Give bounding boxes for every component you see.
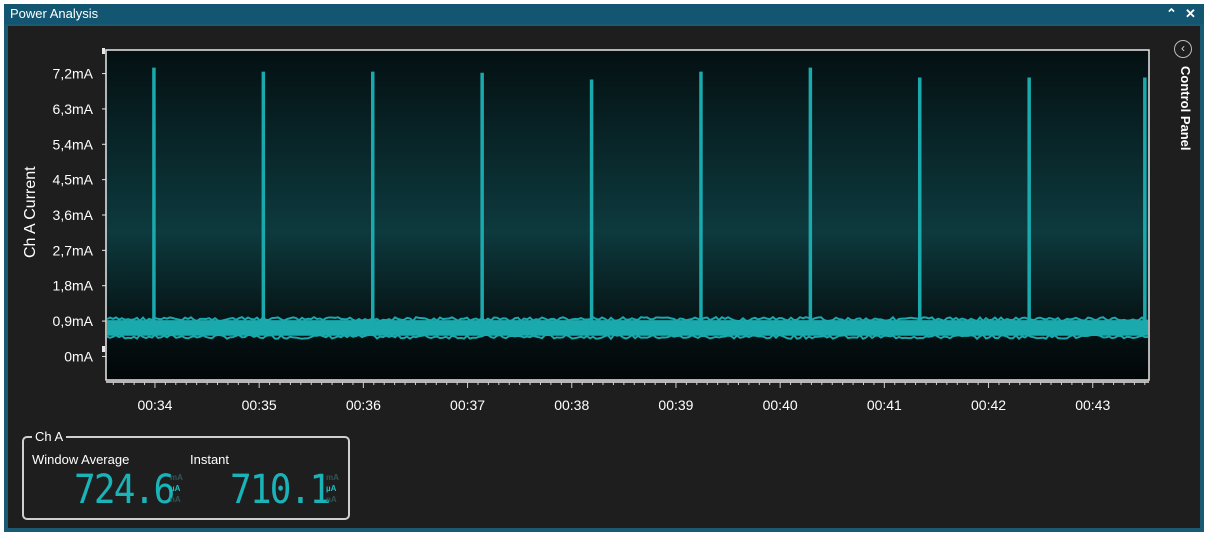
y-scroll-handle-bottom: [102, 346, 105, 352]
channel-a-panel: Ch A Window Average Instant 724.6 mA µA …: [22, 429, 350, 520]
unit-ma: mA: [326, 473, 339, 482]
unit-na: nA: [170, 495, 181, 504]
instant-label: Instant: [190, 452, 230, 467]
y-tick-label: 5,4mA: [53, 136, 94, 152]
x-tick-label: 00:35: [242, 397, 277, 413]
window-average-units: mA µA nA: [170, 472, 183, 505]
unit-na: nA: [326, 495, 337, 504]
x-tick-label: 00:34: [137, 397, 172, 413]
y-tick-label: 6,3mA: [53, 101, 94, 117]
y-scroll-handle-top: [102, 48, 105, 54]
instant-units: mA µA nA: [326, 472, 339, 505]
power-analysis-window: Power Analysis ⌃ ✕ Ch A Current 0mA 0,9mA…: [4, 4, 1204, 532]
window-title: Power Analysis: [10, 6, 99, 21]
x-tick-label: 00:42: [971, 397, 1006, 413]
y-tick-label: 0,9mA: [53, 313, 94, 329]
channel-title: Ch A: [32, 429, 67, 444]
x-tick-label: 00:36: [346, 397, 381, 413]
instant-value: 710.1: [230, 467, 331, 513]
close-icon[interactable]: ✕: [1185, 4, 1196, 24]
x-tick-label: 00:40: [763, 397, 798, 413]
x-tick-label: 00:38: [554, 397, 589, 413]
y-axis-label: Ch A Current: [22, 166, 39, 258]
chevron-up-icon[interactable]: ⌃: [1166, 4, 1177, 24]
x-axis: 00:34 00:35 00:36 00:37 00:38 00:39 00:40 00:41…: [106, 381, 1149, 413]
x-tick-label: 00:43: [1075, 397, 1110, 413]
x-tick-label: 00:37: [450, 397, 485, 413]
window-average-value: 724.6: [74, 467, 175, 513]
chevron-left-circle-icon[interactable]: ‹: [1174, 40, 1192, 58]
y-tick-label: 3,6mA: [53, 207, 94, 223]
y-axis: 0mA 0,9mA 1,8mA 2,7mA 3,6mA 4,5mA 5,4mA 6,3mA 7,…: [53, 66, 106, 364]
unit-ua: µA: [170, 484, 181, 493]
y-tick-label: 7,2mA: [53, 66, 94, 82]
x-tick-label: 00:39: [658, 397, 693, 413]
current-chart[interactable]: Ch A Current 0mA 0,9mA 1,8mA 2,7mA 3,6mA 4,5m…: [8, 26, 1168, 426]
window-average-label: Window Average: [32, 452, 130, 467]
control-panel-tab[interactable]: Control Panel: [1178, 66, 1193, 151]
x-tick-label: 00:41: [867, 397, 902, 413]
y-tick-label: 0mA: [64, 348, 93, 364]
title-bar: Power Analysis ⌃ ✕: [4, 4, 1204, 24]
y-tick-label: 1,8mA: [53, 278, 94, 294]
unit-ua: µA: [326, 484, 337, 493]
y-tick-label: 4,5mA: [53, 172, 94, 188]
unit-ma: mA: [170, 473, 183, 482]
y-tick-label: 2,7mA: [53, 242, 94, 258]
content-area: Ch A Current 0mA 0,9mA 1,8mA 2,7mA 3,6mA 4,5m…: [8, 26, 1200, 528]
